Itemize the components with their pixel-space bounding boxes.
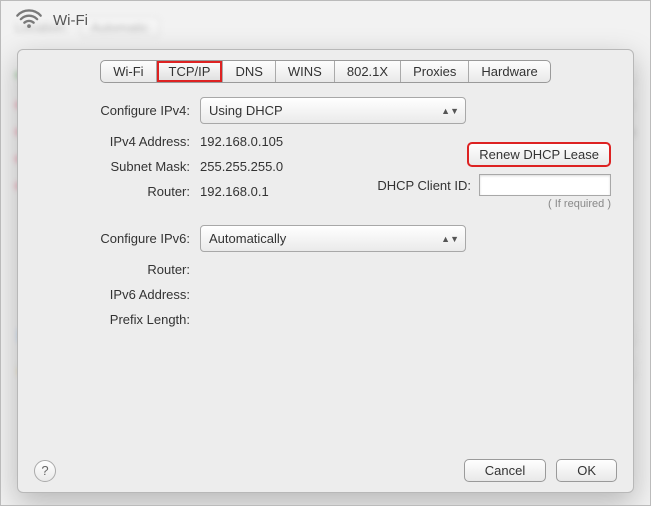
renew-dhcp-lease-button[interactable]: Renew DHCP Lease bbox=[467, 142, 611, 167]
label-configure-ipv4: Configure IPv4: bbox=[40, 103, 190, 118]
tab-bar: Wi-Fi TCP/IP DNS WINS 802.1X Proxies Har… bbox=[100, 60, 551, 83]
tab-proxies[interactable]: Proxies bbox=[401, 61, 469, 82]
wifi-icon bbox=[15, 7, 43, 33]
select-value: Using DHCP bbox=[209, 103, 283, 118]
question-icon: ? bbox=[41, 463, 48, 478]
label-subnet-mask: Subnet Mask: bbox=[40, 159, 190, 174]
chevron-updown-icon: ▲▼ bbox=[441, 108, 459, 114]
settings-sheet: Wi-Fi TCP/IP DNS WINS 802.1X Proxies Har… bbox=[17, 49, 634, 493]
tab-wifi[interactable]: Wi-Fi bbox=[101, 61, 156, 82]
label-prefix-length: Prefix Length: bbox=[40, 312, 190, 327]
select-value: Automatically bbox=[209, 231, 286, 246]
window-title: Wi-Fi bbox=[53, 12, 88, 29]
tab-wins[interactable]: WINS bbox=[276, 61, 335, 82]
label-configure-ipv6: Configure IPv6: bbox=[40, 231, 190, 246]
label-if-required: ( If required ) bbox=[548, 198, 611, 210]
tab-dns[interactable]: DNS bbox=[223, 61, 275, 82]
label-dhcp-client-id: DHCP Client ID: bbox=[377, 178, 471, 193]
chevron-updown-icon: ▲▼ bbox=[441, 236, 459, 242]
select-configure-ipv4[interactable]: Using DHCP ▲▼ bbox=[200, 97, 466, 124]
ok-button[interactable]: OK bbox=[556, 459, 617, 482]
input-dhcp-client-id[interactable] bbox=[479, 174, 611, 196]
label-router6: Router: bbox=[40, 262, 190, 277]
label-ipv4-address: IPv4 Address: bbox=[40, 134, 190, 149]
select-configure-ipv6[interactable]: Automatically ▲▼ bbox=[200, 225, 466, 252]
tab-tcpip[interactable]: TCP/IP bbox=[157, 61, 224, 82]
label-ipv6-address: IPv6 Address: bbox=[40, 287, 190, 302]
window-header: Wi-Fi bbox=[1, 1, 650, 37]
help-button[interactable]: ? bbox=[34, 460, 56, 482]
tab-8021x[interactable]: 802.1X bbox=[335, 61, 401, 82]
tab-hardware[interactable]: Hardware bbox=[469, 61, 549, 82]
cancel-button[interactable]: Cancel bbox=[464, 459, 546, 482]
label-router4: Router: bbox=[40, 184, 190, 199]
